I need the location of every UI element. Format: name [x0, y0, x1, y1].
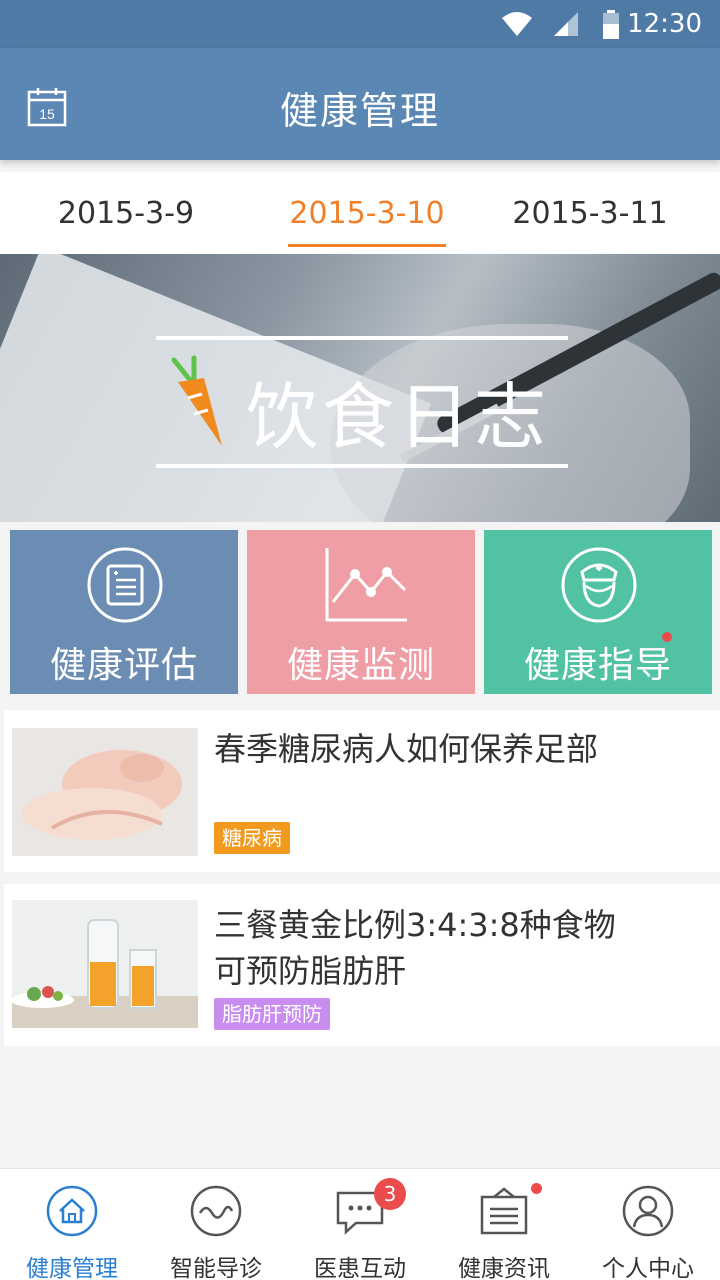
- date-tab-current-label: 2015-3-10: [289, 196, 445, 231]
- diet-diary-banner[interactable]: 饮食日志: [0, 254, 720, 522]
- news-notification-dot: [531, 1183, 542, 1194]
- date-tab-prev[interactable]: 2015-3-9: [56, 196, 196, 231]
- nav-personal-center[interactable]: 个人中心: [576, 1169, 720, 1280]
- line-chart-icon: [325, 548, 407, 622]
- nav-label: 个人中心: [602, 1256, 694, 1280]
- report-icon: [87, 547, 163, 623]
- message-count-badge: 3: [374, 1178, 406, 1210]
- tile-label: 健康指导: [523, 645, 672, 686]
- article-card[interactable]: 春季糖尿病人如何保养足部 糖尿病: [4, 710, 720, 872]
- tile-label: 健康评估: [49, 645, 198, 686]
- article-thumbnail: [12, 900, 198, 1028]
- article-tag[interactable]: 脂肪肝预防: [214, 998, 330, 1030]
- banner-line-bottom: [156, 464, 568, 468]
- article-card[interactable]: 三餐黄金比例3:4:3:8种食物 可预防脂肪肝 脂肪肝预防: [4, 884, 720, 1046]
- home-icon: [46, 1185, 98, 1237]
- nav-label: 健康管理: [26, 1256, 118, 1280]
- article-headline-line2: 可预防脂肪肝: [214, 952, 407, 990]
- page-title: 健康管理: [279, 89, 440, 133]
- tile-health-assessment[interactable]: 健康评估: [10, 530, 238, 694]
- bottom-nav: 健康管理 智能导诊 医患互动 健康资讯 个人中心: [0, 1168, 720, 1280]
- battery-icon: [603, 10, 619, 39]
- article-headline: 三餐黄金比例3:4:3:8种食物 可预防脂肪肝: [214, 902, 616, 994]
- news-icon: [480, 1187, 528, 1235]
- wifi-icon: [502, 12, 532, 36]
- active-tab-underline: [288, 244, 446, 247]
- app-bar: 15 健康管理: [0, 48, 720, 160]
- nav-health-news[interactable]: 健康资讯: [432, 1169, 576, 1280]
- nav-label: 健康资讯: [458, 1256, 550, 1280]
- status-time: 12:30: [627, 9, 702, 39]
- carrot-icon: [171, 355, 222, 446]
- article-headline: 春季糖尿病人如何保养足部: [214, 730, 599, 768]
- nurse-icon: [561, 547, 637, 623]
- signal-icon: [554, 12, 578, 36]
- nav-label: 医患互动: [314, 1256, 406, 1280]
- date-tab-current[interactable]: 2015-3-10: [288, 196, 446, 247]
- user-icon: [622, 1185, 674, 1237]
- notification-dot: [662, 632, 672, 642]
- nav-doctor-patient-chat[interactable]: 医患互动: [288, 1169, 432, 1280]
- status-bar: 12:30: [0, 0, 720, 48]
- banner-title: 饮食日志: [246, 375, 551, 459]
- tile-health-monitoring[interactable]: 健康监测: [247, 530, 475, 694]
- nav-health-management[interactable]: 健康管理: [0, 1169, 144, 1280]
- date-tabs: 2015-3-9 2015-3-10 2015-3-11: [0, 172, 720, 254]
- nav-smart-guide[interactable]: 智能导诊: [144, 1169, 288, 1280]
- tile-health-guidance[interactable]: 健康指导: [484, 530, 712, 694]
- article-headline-line1: 三餐黄金比例3:4:3:8种食物: [214, 906, 616, 944]
- article-tag[interactable]: 糖尿病: [214, 822, 290, 854]
- banner-line-top: [156, 336, 568, 340]
- nav-label: 智能导诊: [170, 1256, 262, 1280]
- pulse-icon: [190, 1185, 242, 1237]
- article-thumbnail: [12, 728, 198, 856]
- tile-label: 健康监测: [286, 645, 435, 686]
- date-tab-next[interactable]: 2015-3-11: [512, 196, 668, 231]
